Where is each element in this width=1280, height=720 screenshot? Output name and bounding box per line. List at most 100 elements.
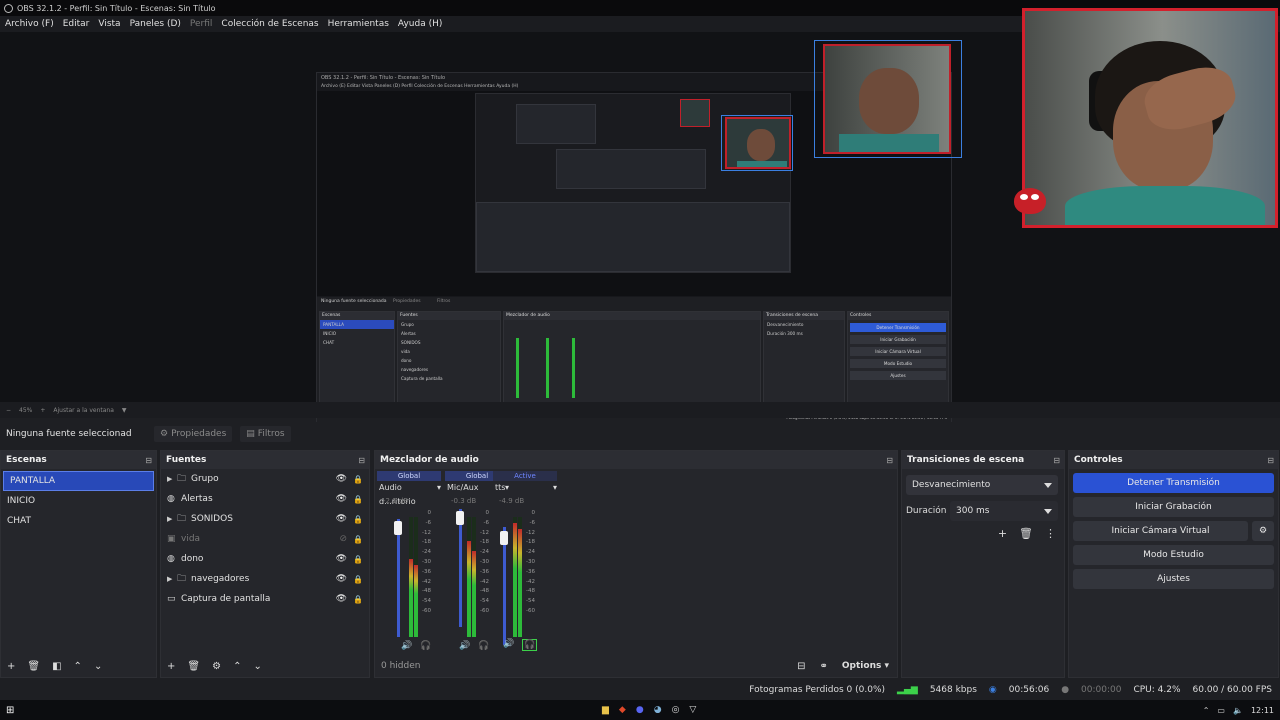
windows-start-icon[interactable]: ⊞: [6, 705, 14, 716]
headphones-icon[interactable]: 🎧: [478, 641, 489, 651]
zoom-in-button[interactable]: +: [40, 407, 45, 414]
volume-fader-track[interactable]: [397, 519, 400, 637]
headphones-icon[interactable]: 🎧: [420, 641, 431, 651]
virtual-camera-button[interactable]: Iniciar Cámara Virtual: [1073, 521, 1248, 541]
start-recording-button[interactable]: Iniciar Grabación: [1073, 497, 1274, 517]
remove-source-button[interactable]: 🗑: [187, 661, 200, 672]
tray-chevron-up-icon[interactable]: ⌃: [1203, 706, 1210, 715]
file-explorer-icon[interactable]: ▆: [602, 705, 609, 715]
headphones-active-icon[interactable]: 🎧: [522, 639, 538, 651]
visibility-eye-icon[interactable]: 👁: [336, 474, 347, 484]
zoom-dropdown-icon[interactable]: ▼: [122, 407, 127, 414]
gear-icon: ⚙: [160, 429, 169, 439]
expand-arrow-icon[interactable]: ▶: [167, 575, 177, 583]
lock-icon[interactable]: 🔒: [353, 515, 363, 524]
channel-device[interactable]: Audio d...ritorio ▾: [377, 481, 441, 506]
mixer-layout-icon[interactable]: ⊟: [797, 661, 805, 672]
scene-item-chat[interactable]: CHAT: [1, 511, 156, 531]
dock-menu-icon[interactable]: ⊟: [886, 456, 893, 465]
source-item-grupo[interactable]: ▶ 🗀 Grupo 👁 🔒: [161, 469, 369, 489]
volume-fader-knob[interactable]: [456, 511, 464, 525]
add-source-button[interactable]: +: [167, 661, 175, 672]
lock-icon[interactable]: 🔒: [353, 595, 363, 604]
brave-browser-icon[interactable]: ◆: [619, 705, 626, 715]
mixer-link-icon[interactable]: ⚭: [820, 661, 828, 672]
move-down-button[interactable]: ⌄: [253, 661, 261, 672]
hidden-eye-icon[interactable]: ⊘: [339, 534, 347, 544]
volume-icon[interactable]: 🔈: [1233, 706, 1243, 715]
volume-fader-knob[interactable]: [500, 531, 508, 545]
webcam-source-preview[interactable]: [823, 44, 951, 154]
add-transition-button[interactable]: +: [998, 527, 1007, 540]
chevron-down-icon[interactable]: ▾: [553, 481, 557, 495]
move-up-button[interactable]: ⌃: [74, 661, 82, 672]
properties-button[interactable]: ⚙ Propiedades: [154, 426, 233, 442]
expand-arrow-icon[interactable]: ▶: [167, 475, 177, 483]
move-down-button[interactable]: ⌄: [94, 661, 102, 672]
options-button[interactable]: Options ▾: [842, 661, 889, 671]
dock-menu-icon[interactable]: ⊟: [358, 456, 365, 465]
move-up-button[interactable]: ⌃: [233, 661, 241, 672]
menu-paneles[interactable]: Paneles (D): [130, 19, 181, 29]
speaker-icon[interactable]: 🔊: [459, 641, 470, 651]
channel-device[interactable]: tts ▾: [493, 481, 557, 495]
menu-archivo[interactable]: Archivo (F): [5, 19, 54, 29]
more-vertical-icon[interactable]: ⋮: [1045, 527, 1056, 540]
visibility-eye-icon[interactable]: 👁: [336, 594, 347, 604]
source-item-captura[interactable]: ▭ Captura de pantalla 👁 🔒: [161, 589, 369, 609]
lock-icon[interactable]: 🔒: [353, 555, 363, 564]
clock[interactable]: 12:11: [1251, 706, 1274, 715]
visibility-eye-icon[interactable]: 👁: [336, 554, 347, 564]
remove-scene-button[interactable]: 🗑: [27, 661, 40, 672]
menu-coleccion-escenas[interactable]: Colección de Escenas: [221, 19, 318, 29]
lock-icon[interactable]: 🔒: [353, 475, 363, 484]
scene-item-inicio[interactable]: INICIO: [1, 491, 156, 511]
duration-row: Duración 300 ms: [906, 501, 1058, 521]
dock-menu-icon[interactable]: ⊟: [1053, 456, 1060, 465]
dock-menu-icon[interactable]: ⊟: [145, 456, 152, 465]
volume-fader-knob[interactable]: [394, 521, 402, 535]
chevron-down-icon[interactable]: ▾: [437, 481, 441, 495]
menu-herramientas[interactable]: Herramientas: [328, 19, 389, 29]
zoom-out-button[interactable]: −: [6, 407, 11, 414]
speaker-icon[interactable]: 🔊: [401, 641, 412, 651]
source-item-dono[interactable]: ◍ dono 👁 🔒: [161, 549, 369, 569]
steam-icon[interactable]: ◕: [654, 705, 662, 715]
menu-vista[interactable]: Vista: [98, 19, 120, 29]
obs-taskbar-icon[interactable]: ◎: [672, 705, 680, 715]
source-item-sonidos[interactable]: ▶ 🗀 SONIDOS 👁 🔒: [161, 509, 369, 529]
lock-icon[interactable]: 🔒: [353, 495, 363, 504]
stop-stream-button[interactable]: Detener Transmisión: [1073, 473, 1274, 493]
source-settings-button[interactable]: ⚙: [212, 661, 221, 672]
app-icon[interactable]: ▽: [689, 705, 696, 715]
preview-canvas[interactable]: OBS 32.1.2 - Perfil: Sin Título - Escena…: [0, 8, 1280, 430]
menu-perfil[interactable]: Perfil: [190, 19, 213, 29]
settings-button[interactable]: Ajustes: [1073, 569, 1274, 589]
visibility-eye-icon[interactable]: 👁: [336, 494, 347, 504]
duration-input[interactable]: 300 ms: [950, 501, 1058, 521]
discord-icon[interactable]: ●: [636, 705, 644, 715]
virtual-camera-settings-gear-icon[interactable]: ⚙: [1252, 521, 1274, 541]
studio-mode-button[interactable]: Modo Estudio: [1073, 545, 1274, 565]
expand-arrow-icon[interactable]: ▶: [167, 515, 177, 523]
visibility-eye-icon[interactable]: 👁: [336, 514, 347, 524]
visibility-eye-icon[interactable]: 👁: [336, 574, 347, 584]
source-item-alertas[interactable]: ◍ Alertas 👁 🔒: [161, 489, 369, 509]
source-item-navegadores[interactable]: ▶ 🗀 navegadores 👁 🔒: [161, 569, 369, 589]
remove-transition-button[interactable]: 🗑: [1019, 527, 1033, 540]
dock-menu-icon[interactable]: ⊟: [1267, 456, 1274, 465]
speaker-icon[interactable]: 🔊: [503, 639, 514, 651]
volume-fader-track[interactable]: [459, 509, 462, 627]
scene-filters-button[interactable]: ◧: [52, 661, 61, 672]
lock-icon[interactable]: 🔒: [353, 575, 363, 584]
source-item-vida[interactable]: ▣ vida ⊘ 🔒: [161, 529, 369, 549]
lock-icon[interactable]: 🔒: [353, 535, 363, 544]
scene-item-pantalla[interactable]: PANTALLA: [3, 471, 154, 491]
transition-select[interactable]: Desvanecimiento: [906, 475, 1058, 495]
menu-editar[interactable]: Editar: [63, 19, 90, 29]
add-scene-button[interactable]: +: [7, 661, 15, 672]
menu-ayuda[interactable]: Ayuda (H): [398, 19, 442, 29]
scale-tick: -36: [422, 568, 431, 575]
filters-button[interactable]: ▤ Filtros: [240, 426, 291, 442]
network-icon[interactable]: ▭: [1217, 706, 1225, 715]
